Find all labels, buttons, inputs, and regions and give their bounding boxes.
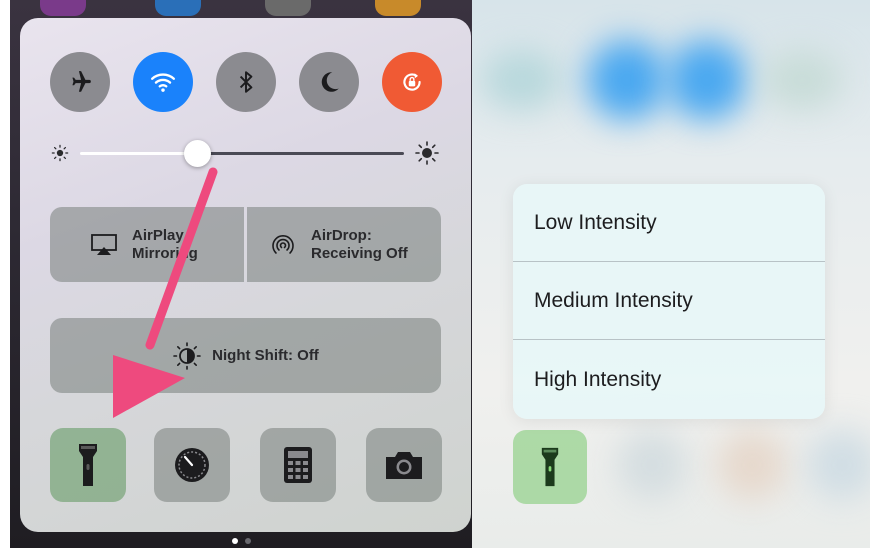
timer-icon xyxy=(175,448,209,482)
moon-icon xyxy=(321,72,339,92)
flashlight-icon xyxy=(79,444,97,486)
blurred-app-icon xyxy=(482,50,562,110)
night-shift-button[interactable]: Night Shift: Off xyxy=(50,318,441,393)
calculator-icon xyxy=(284,447,312,483)
night-shift-label: Night Shift: Off xyxy=(212,346,319,364)
airplay-icon xyxy=(91,233,117,255)
calculator-button[interactable] xyxy=(260,428,336,502)
flashlight-intensity-menu: Low Intensity Medium Intensity High Inte… xyxy=(513,184,825,419)
brightness-slider-fill xyxy=(80,152,197,155)
home-app-icon xyxy=(375,0,421,16)
airplay-label: AirPlay Mirroring xyxy=(132,226,198,262)
blurred-app-icon xyxy=(617,430,687,500)
control-center-panel: AirPlay Mirroring AirDrop: Receiving Off xyxy=(20,18,471,532)
brightness-high-icon xyxy=(415,141,439,165)
home-app-icon xyxy=(265,0,311,16)
blurred-app-icon xyxy=(717,430,787,500)
airdrop-icon xyxy=(272,234,294,254)
menu-item-high-intensity[interactable]: High Intensity xyxy=(513,340,825,419)
home-app-icon xyxy=(155,0,201,16)
orientation-lock-toggle[interactable] xyxy=(382,52,442,112)
home-app-icon xyxy=(40,0,86,16)
menu-item-low-intensity[interactable]: Low Intensity xyxy=(513,184,825,262)
airplay-button[interactable]: AirPlay Mirroring xyxy=(50,207,244,282)
flashlight-icon xyxy=(541,447,559,487)
menu-item-medium-intensity[interactable]: Medium Intensity xyxy=(513,262,825,340)
bluetooth-icon xyxy=(239,71,253,93)
camera-button[interactable] xyxy=(366,428,442,502)
page-dot xyxy=(245,538,251,544)
page-dot-active xyxy=(232,538,238,544)
bluetooth-toggle[interactable] xyxy=(216,52,276,112)
brightness-slider-track[interactable] xyxy=(196,152,404,155)
blurred-app-icon xyxy=(587,40,667,120)
airplane-icon xyxy=(72,71,91,92)
rotation-lock-icon xyxy=(403,73,421,91)
airdrop-label: AirDrop: Receiving Off xyxy=(311,226,408,262)
night-shift-icon xyxy=(173,341,201,370)
blurred-app-icon xyxy=(667,40,747,120)
camera-icon xyxy=(386,452,422,479)
blurred-app-icon xyxy=(762,50,842,110)
wifi-icon xyxy=(150,73,176,92)
flashlight-button[interactable] xyxy=(50,428,126,502)
timer-button[interactable] xyxy=(154,428,230,502)
blurred-app-icon xyxy=(807,430,870,500)
wifi-toggle[interactable] xyxy=(133,52,193,112)
airdrop-button[interactable]: AirDrop: Receiving Off xyxy=(247,207,441,282)
airplane-mode-toggle[interactable] xyxy=(50,52,110,112)
do-not-disturb-toggle[interactable] xyxy=(299,52,359,112)
flashlight-button-pressed[interactable] xyxy=(513,430,587,504)
brightness-slider-thumb[interactable] xyxy=(183,140,211,167)
brightness-low-icon xyxy=(51,144,69,162)
page-indicator[interactable] xyxy=(232,538,251,544)
